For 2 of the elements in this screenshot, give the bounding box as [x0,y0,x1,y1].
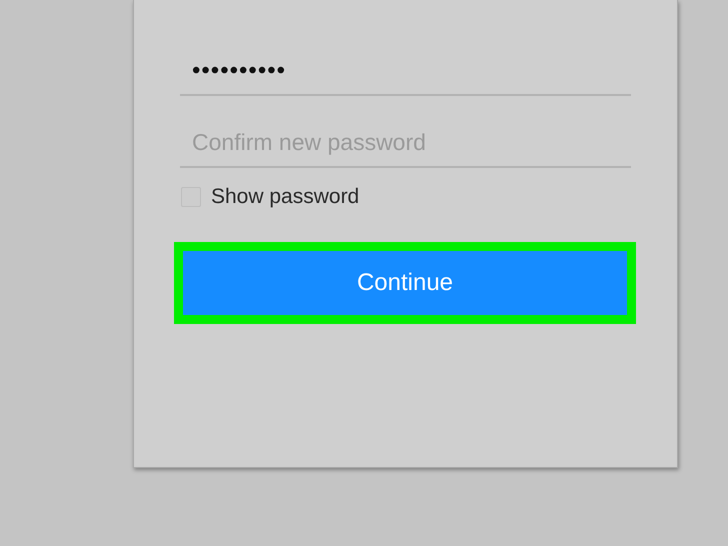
show-password-label: Show password [211,185,360,209]
password-field[interactable]: •••••••••• [180,48,631,96]
